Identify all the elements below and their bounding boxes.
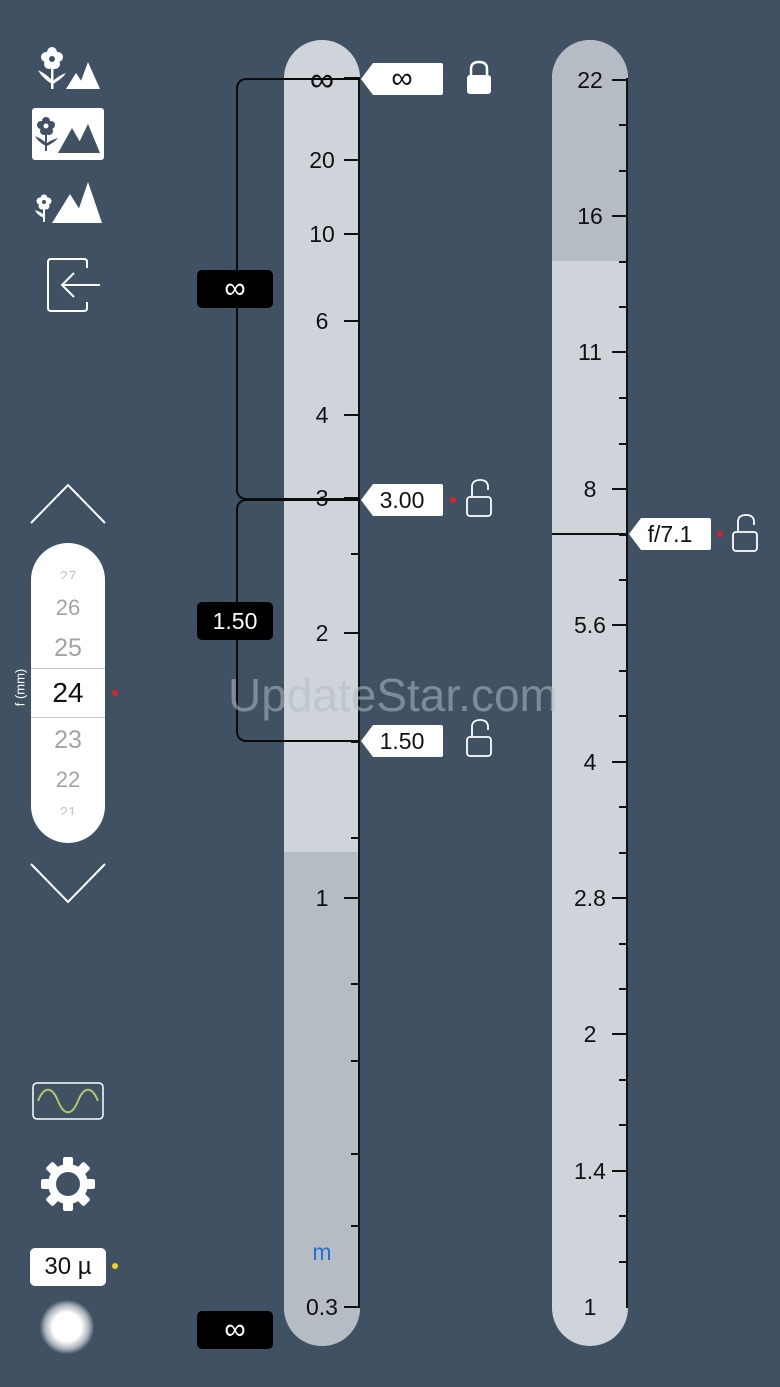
wave-button[interactable] bbox=[32, 1082, 104, 1120]
aperture-tick bbox=[619, 579, 628, 581]
gear-icon bbox=[41, 1157, 95, 1211]
aperture-tick-label: 5.6 bbox=[574, 612, 606, 638]
exit-arrow-icon bbox=[47, 258, 100, 312]
far-limit-tag[interactable]: ∞ bbox=[361, 63, 443, 95]
aperture-tick bbox=[619, 852, 628, 854]
sine-wave-icon bbox=[32, 1082, 104, 1120]
aperture-tick bbox=[619, 306, 628, 308]
coc-indicator-dot bbox=[112, 1263, 118, 1269]
aperture-indicator-line bbox=[552, 533, 628, 535]
aperture-tick bbox=[619, 943, 628, 945]
focal-length-selected: 24 bbox=[52, 677, 84, 708]
lock-closed-icon bbox=[467, 60, 491, 94]
aperture-tick-label: 11 bbox=[578, 339, 602, 365]
far-depth-label: ∞ bbox=[197, 270, 273, 308]
distance-tick bbox=[351, 1225, 360, 1227]
aperture-tick bbox=[619, 1215, 628, 1217]
focus-indicator-dot bbox=[450, 497, 456, 503]
aperture-tick bbox=[619, 397, 628, 399]
aperture-tick-label: 22 bbox=[577, 67, 603, 93]
focus-lock-button[interactable] bbox=[465, 478, 493, 518]
wheel-item[interactable]: 23 bbox=[31, 728, 105, 753]
watermark: UpdateStar.com bbox=[228, 669, 558, 721]
flower-mountain-icon bbox=[35, 117, 100, 153]
wheel-item[interactable]: 21 bbox=[31, 805, 105, 815]
aperture-tick-label: 4 bbox=[583, 749, 597, 775]
distance-tick bbox=[351, 1153, 360, 1155]
aperture-lock-button[interactable] bbox=[731, 513, 759, 553]
aperture-tick bbox=[619, 806, 628, 808]
aperture-tick-label: 1.4 bbox=[574, 1158, 606, 1184]
aperture-tick bbox=[619, 443, 628, 445]
near-depth-label: 1.50 bbox=[197, 602, 273, 640]
aperture-indicator-dot bbox=[717, 531, 723, 537]
aperture-tick bbox=[619, 670, 628, 672]
chevron-down-icon bbox=[30, 863, 106, 904]
focal-length-axis-label: f (mm) bbox=[12, 668, 28, 707]
exit-button[interactable] bbox=[46, 258, 102, 312]
distance-tick bbox=[351, 1060, 360, 1062]
aperture-tick-label: 8 bbox=[583, 476, 597, 502]
focal-up-button[interactable] bbox=[30, 483, 106, 525]
aperture-tick-label: 16 bbox=[577, 203, 603, 229]
macro-mode-button[interactable] bbox=[30, 40, 104, 94]
aperture-scale-track[interactable] bbox=[552, 40, 628, 1346]
aperture-tag[interactable]: f/7.1 bbox=[629, 518, 711, 550]
focal-down-button[interactable] bbox=[30, 862, 106, 904]
settings-button[interactable] bbox=[40, 1156, 96, 1212]
wheel-item[interactable]: 26 bbox=[31, 597, 105, 619]
coc-value-button[interactable]: 30 µ bbox=[30, 1248, 106, 1286]
distance-tick-label: 0.3 bbox=[306, 1294, 338, 1320]
distance-tick-label: 1 bbox=[315, 885, 329, 911]
near-limit-tag[interactable]: 1.50 bbox=[361, 725, 443, 757]
aperture-tick bbox=[619, 261, 628, 263]
lock-open-icon bbox=[466, 479, 492, 517]
aperture-tick bbox=[619, 124, 628, 126]
aperture-tick bbox=[619, 170, 628, 172]
aperture-tick bbox=[619, 715, 628, 717]
aperture-tick-label: 2.8 bbox=[574, 885, 606, 911]
wheel-selected-row[interactable]: 24 bbox=[31, 668, 105, 718]
distance-tick bbox=[351, 837, 360, 839]
hyperfocal-label: ∞ bbox=[197, 1311, 273, 1349]
focal-length-indicator-dot bbox=[112, 690, 118, 696]
flower-mountain-icon bbox=[35, 182, 102, 223]
flower-mountain-icon bbox=[38, 47, 100, 89]
aperture-tick bbox=[619, 1124, 628, 1126]
distance-unit-label: m bbox=[312, 1239, 332, 1265]
far-limit-lock-button[interactable] bbox=[465, 60, 493, 96]
aperture-tick-label: 2 bbox=[583, 1021, 597, 1047]
aperture-tick bbox=[619, 1079, 628, 1081]
focus-distance-tag[interactable]: 3.00 bbox=[361, 484, 443, 516]
wheel-item[interactable]: 22 bbox=[31, 769, 105, 791]
aperture-tick-label: 1 bbox=[583, 1294, 597, 1320]
aperture-tick bbox=[619, 1261, 628, 1263]
lock-open-icon bbox=[466, 719, 492, 757]
wheel-item[interactable]: 27 bbox=[31, 569, 105, 579]
chevron-up-icon bbox=[30, 483, 106, 524]
wheel-item[interactable]: 25 bbox=[31, 636, 105, 661]
focal-length-wheel[interactable]: 27 26 25 24 23 22 21 bbox=[31, 543, 105, 843]
normal-mode-button[interactable] bbox=[32, 108, 104, 160]
aperture-tick bbox=[619, 988, 628, 990]
lock-open-icon bbox=[732, 514, 758, 552]
distance-tick bbox=[351, 983, 360, 985]
glow-icon[interactable] bbox=[40, 1300, 94, 1354]
distance-scale-shade bbox=[284, 852, 360, 1346]
landscape-mode-button[interactable] bbox=[30, 178, 104, 228]
near-limit-lock-button[interactable] bbox=[465, 718, 493, 758]
